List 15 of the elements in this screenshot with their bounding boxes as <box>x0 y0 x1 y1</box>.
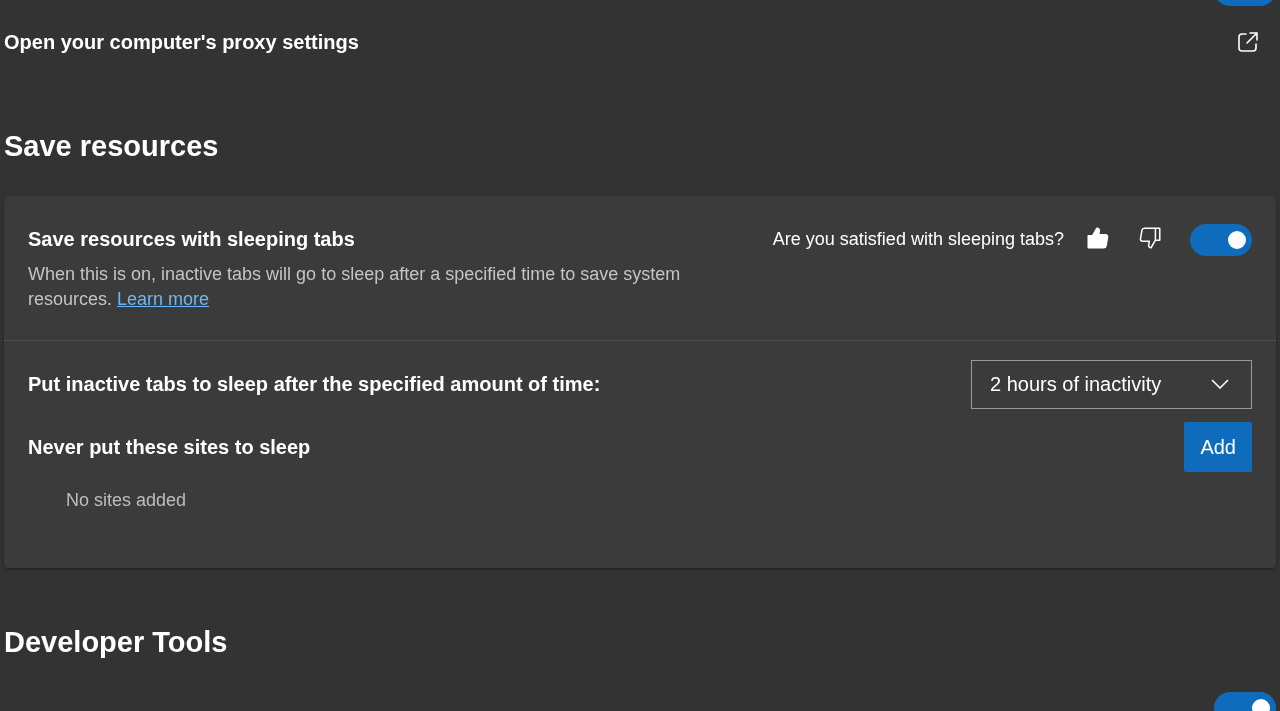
section-heading: Save resources <box>3 129 220 164</box>
setting-title: Save resources with sleeping tabs <box>28 226 356 252</box>
add-button[interactable]: Add <box>1184 421 1252 472</box>
setting-label: Put inactive tabs to sleep after the specified amount of time: <box>28 372 601 397</box>
toggle-switch[interactable] <box>1190 223 1252 256</box>
proxy-settings-link[interactable]: Open your computer's proxy settings <box>4 27 359 57</box>
learn-more-link[interactable]: Learn more <box>117 288 210 309</box>
feedback-question: Are you satisfied with sleeping tabs? <box>772 227 1064 251</box>
external-link-icon[interactable] <box>1236 30 1260 54</box>
section-heading: Developer Tools <box>3 624 229 660</box>
duration-dropdown[interactable]: 2 hours of inactivity <box>971 359 1252 409</box>
empty-list-message: No sites added <box>65 488 188 512</box>
chevron-down-icon <box>1211 379 1229 389</box>
setting-description: When this is on, inactive tabs will go to sleep after a specified time to save system resources. Learn more <box>28 262 682 311</box>
setting-label: Never put these sites to sleep <box>28 434 311 460</box>
